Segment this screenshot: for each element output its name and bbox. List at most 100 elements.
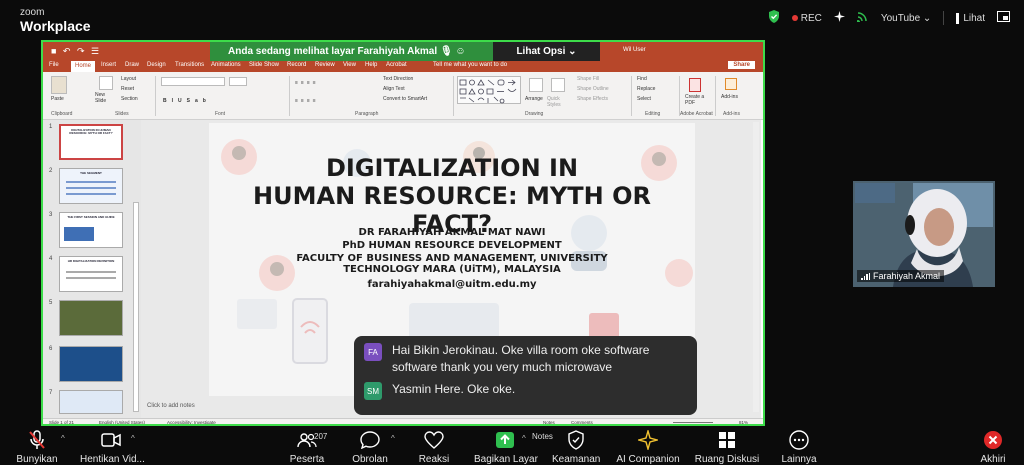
sparkle-icon[interactable] <box>833 11 845 25</box>
view-options-button[interactable]: Lihat Opsi ⌄ <box>493 42 600 61</box>
security-button[interactable]: Keamanan <box>552 429 600 465</box>
new-slide-label: New Slide <box>95 92 107 104</box>
tab-animations[interactable]: Animations <box>211 62 241 68</box>
tab-review[interactable]: Review <box>315 62 335 68</box>
end-meeting-button[interactable]: Akhiri <box>976 429 1010 465</box>
find-button[interactable]: Find <box>637 76 647 82</box>
thumb-image <box>64 227 94 241</box>
view-grid-icon <box>956 12 960 24</box>
text-direction-button[interactable]: Text Direction <box>383 76 413 82</box>
addins-icon[interactable] <box>725 78 737 90</box>
status-comments-button[interactable]: Comments <box>571 420 593 424</box>
thumbnail-scrollbar[interactable] <box>133 202 139 412</box>
security-label: Keamanan <box>552 454 601 465</box>
divider <box>943 11 945 25</box>
video-camera-icon <box>101 433 121 447</box>
youtube-stream-menu[interactable]: YouTube ⌄ <box>881 13 931 24</box>
participant-video-tile[interactable]: Farahiyah Akmal <box>853 181 995 287</box>
status-notes-button[interactable]: Notes <box>543 420 555 424</box>
tab-home[interactable]: Home <box>71 61 96 72</box>
slide-thumb-2[interactable]: THE SEGMENT <box>59 168 123 204</box>
status-zoom-level[interactable]: 81% <box>739 420 748 424</box>
paste-icon[interactable] <box>51 76 67 94</box>
ppt-user[interactable]: Wil User <box>623 47 646 53</box>
more-button[interactable]: Lainnya <box>780 429 818 465</box>
caret-up-icon[interactable]: ^ <box>522 434 526 443</box>
shield-icon <box>568 430 584 450</box>
caret-up-icon[interactable]: ^ <box>61 434 65 443</box>
zoom-slider[interactable] <box>673 422 713 423</box>
ai-companion-button[interactable]: AI Companion <box>614 429 682 465</box>
shield-icon[interactable] <box>768 10 780 26</box>
reset-button[interactable]: Reset <box>121 86 134 92</box>
chat-notification[interactable]: FA Hai Bikin Jerokinau. Oke villa room o… <box>354 336 697 415</box>
slide-thumb-7[interactable] <box>59 390 123 414</box>
mic-icon: 🎙 <box>439 46 453 57</box>
avatar: FA <box>364 343 382 361</box>
font-format-buttons[interactable]: BIUSab <box>163 98 211 104</box>
slide-thumbnails: 1 DIGITALIZATION IN HUMAN RESOURCE: MYTH… <box>43 120 141 418</box>
fullscreen-icon[interactable] <box>997 11 1010 25</box>
view-menu[interactable]: Lihat <box>956 12 985 24</box>
slide-thumb-6[interactable] <box>59 346 123 382</box>
font-name-box[interactable] <box>161 77 225 86</box>
tab-record[interactable]: Record <box>287 62 306 68</box>
participant-name-tag: Farahiyah Akmal <box>857 270 945 282</box>
unmute-button[interactable]: Bunyikan <box>14 429 60 465</box>
align-buttons[interactable]: ≡≡≡≡ <box>295 98 319 104</box>
tab-slide-show[interactable]: Slide Show <box>249 62 279 68</box>
tab-acrobat[interactable]: Acrobat <box>386 62 407 68</box>
slide-thumb-5[interactable] <box>59 300 123 336</box>
breakout-rooms-button[interactable]: Ruang Diskusi <box>694 429 760 465</box>
shape-fill-button[interactable]: Shape Fill <box>577 76 599 82</box>
tell-me-search[interactable]: Tell me what you want to do <box>433 62 507 68</box>
tab-help[interactable]: Help <box>365 62 377 68</box>
tab-transitions[interactable]: Transitions <box>175 62 204 68</box>
livestream-icon[interactable] <box>855 11 869 25</box>
status-accessibility[interactable]: Accessibility: Investigate <box>167 420 216 424</box>
reactions-button[interactable]: Reaksi <box>414 429 454 465</box>
tab-file[interactable]: File <box>49 62 59 68</box>
slide-thumb-1[interactable]: DIGITALIZATION IN HUMAN RESOURCE: MYTH O… <box>59 124 123 160</box>
slide-thumb-3[interactable]: THE FIRST SESSION AND GUIDE <box>59 212 123 248</box>
chevron-down-icon: ⌄ <box>568 46 577 57</box>
slide-email: farahiyahakmal@uitm.edu.my <box>367 279 537 290</box>
tab-draw[interactable]: Draw <box>125 62 139 68</box>
smartart-button[interactable]: Convert to SmartArt <box>383 96 427 102</box>
arrange-icon[interactable] <box>529 78 543 92</box>
shape-outline-button[interactable]: Shape Outline <box>577 86 609 92</box>
quick-styles-icon[interactable] <box>551 78 565 92</box>
caret-up-icon[interactable]: ^ <box>131 434 135 443</box>
zoom-window: zoom Workplace REC YouTube ⌄ Lihat Anda … <box>0 0 1024 465</box>
participant-name: Farahiyah Akmal <box>873 271 941 281</box>
tab-design[interactable]: Design <box>147 62 166 68</box>
notes-pane[interactable]: Click to add notes <box>147 403 195 409</box>
shape-effects-button[interactable]: Shape Effects <box>577 96 608 102</box>
status-language[interactable]: English (United States) <box>99 420 145 424</box>
font-size-box[interactable] <box>229 77 247 86</box>
slide-number: 3 <box>49 212 53 218</box>
recording-indicator[interactable]: REC <box>791 13 822 24</box>
paragraph-buttons[interactable]: ≡≡≡≡ <box>295 80 319 86</box>
share-screen-button[interactable]: Bagikan Layar <box>474 429 538 465</box>
quick-access-toolbar[interactable]: ■ ↶ ↷ ☰ <box>51 46 101 57</box>
tab-insert[interactable]: Insert <box>101 62 116 68</box>
select-button[interactable]: Select <box>637 96 651 102</box>
chat-button[interactable]: Obrolan <box>350 429 390 465</box>
layout-button[interactable]: Layout <box>121 76 136 82</box>
ppt-share-button[interactable]: Share <box>728 61 755 69</box>
caret-up-icon[interactable]: ^ <box>391 434 395 443</box>
slide-scrollbar[interactable] <box>753 122 759 412</box>
slide-thumb-4[interactable]: HR DIGITALIZATION DEFINITION <box>59 256 123 292</box>
smile-icon: ☺ <box>455 46 466 57</box>
tab-view[interactable]: View <box>343 62 356 68</box>
shapes-gallery[interactable] <box>457 76 521 104</box>
mic-muted-icon <box>29 430 45 449</box>
notes-label[interactable]: Notes <box>532 432 553 441</box>
group-drawing: Drawing <box>525 111 544 117</box>
section-button[interactable]: Section <box>121 96 138 102</box>
pdf-icon[interactable] <box>689 78 701 92</box>
align-text-button[interactable]: Align Text <box>383 86 405 92</box>
new-slide-icon[interactable] <box>99 76 113 90</box>
replace-button[interactable]: Replace <box>637 86 655 92</box>
